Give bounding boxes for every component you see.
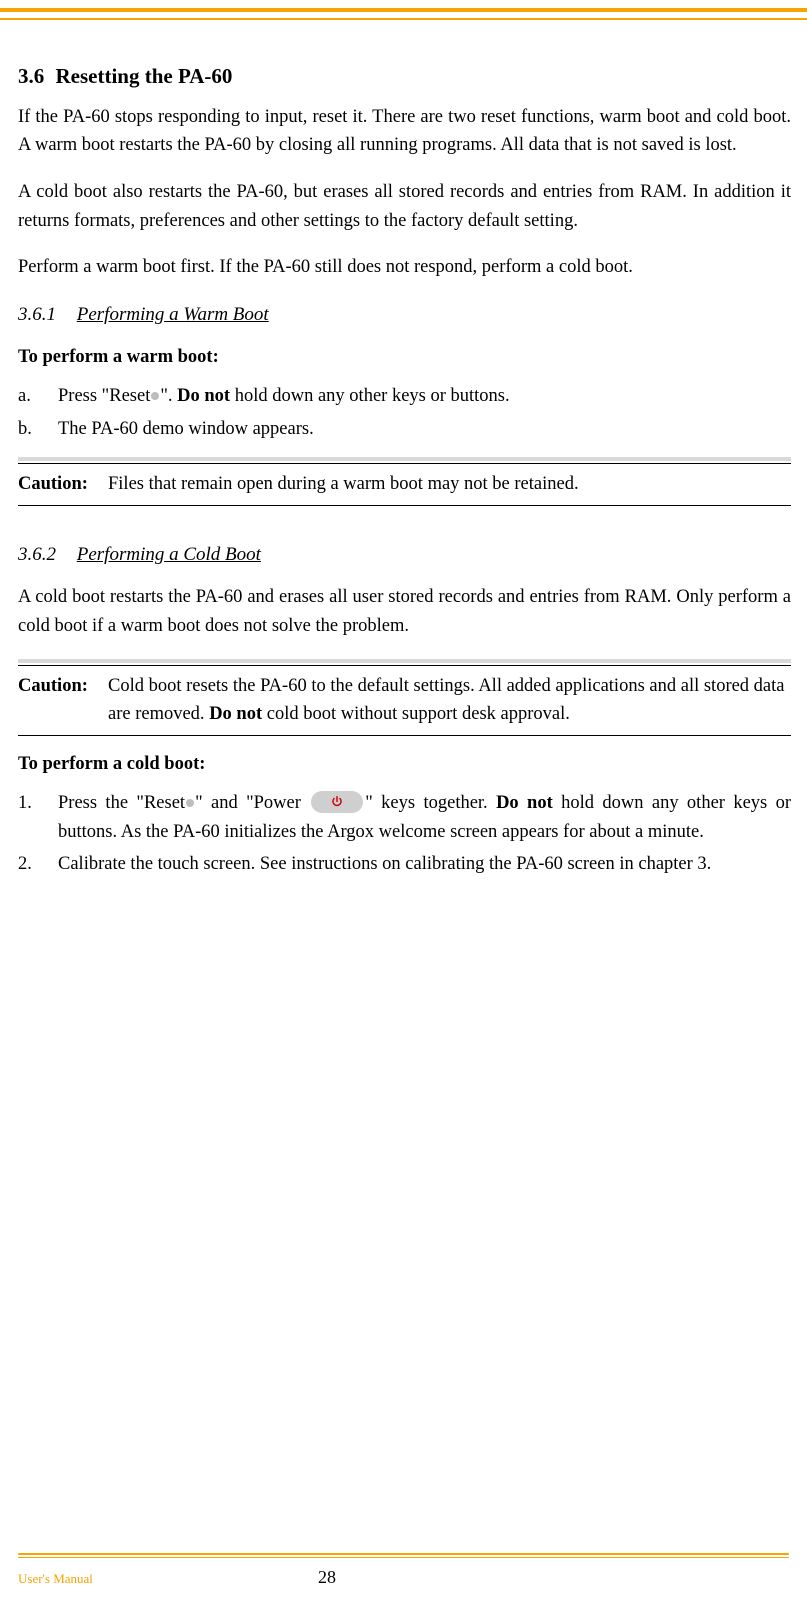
footer-rule [18,1553,789,1555]
text-fragment: Press the "Reset [58,793,185,813]
text-fragment: cold boot without support desk approval. [262,704,570,724]
caution-warm: Caution: Files that remain open during a… [18,457,791,506]
footer-row: User's Manual 28 [18,1564,789,1592]
cold-list: 1. Press the "Reset " and "Power " keys t… [18,789,791,879]
subsection-title-cold: Performing a Cold Boot [77,544,261,565]
cold-intro: A cold boot restarts the PA-60 and erase… [18,583,791,640]
subsection-number-warm: 3.6.1 [18,300,72,329]
caution-row: Caution: Files that remain open during a… [18,470,791,499]
caution-cold: Caution: Cold boot resets the PA-60 to t… [18,659,791,736]
warm-list: a. Press "Reset ". Do not hold down any o… [18,382,791,443]
list-marker: b. [18,415,58,444]
footer-rule [18,1557,789,1558]
divider [18,505,791,506]
list-item: a. Press "Reset ". Do not hold down any o… [18,382,791,411]
list-text: Calibrate the touch screen. See instruct… [58,850,791,879]
caution-row: Caution: Cold boot resets the PA-60 to t… [18,672,791,729]
list-text: Press "Reset ". Do not hold down any othe… [58,382,791,411]
list-marker: a. [18,382,58,411]
list-marker: 2. [18,850,58,879]
text-fragment: Press "Reset [58,386,150,406]
emphasis: Do not [177,386,230,406]
subsection-heading-warm: 3.6.1 Performing a Warm Boot [18,300,791,329]
reset-dot-icon [151,392,159,400]
divider [18,463,791,464]
reset-dot-icon [186,799,194,807]
divider [18,735,791,736]
emphasis: Do not [496,793,553,813]
section-title: Resetting the PA-60 [56,64,233,88]
list-item: 1. Press the "Reset " and "Power " keys t… [18,789,791,846]
divider [18,457,791,461]
header-rule [0,8,807,20]
caution-text: Files that remain open during a warm boo… [108,470,791,499]
list-marker: 1. [18,789,58,846]
subsection-heading-cold: 3.6.2 Performing a Cold Boot [18,540,791,569]
subsection-number-cold: 3.6.2 [18,540,72,569]
page-footer: User's Manual 28 [0,1553,807,1592]
page-content: 3.6 Resetting the PA-60 If the PA-60 sto… [0,20,807,879]
text-fragment: " keys together. [365,793,496,813]
caution-label: Caution: [18,470,108,499]
intro-paragraph-2: A cold boot also restarts the PA-60, but… [18,178,791,235]
power-key-icon [311,791,363,813]
caution-label: Caution: [18,672,108,729]
list-text: Press the "Reset " and "Power " keys toge… [58,789,791,846]
emphasis: Do not [209,704,262,724]
text-fragment: " and "Power [195,793,309,813]
section-number: 3.6 [18,60,44,93]
subsection-title-warm: Performing a Warm Boot [77,304,269,325]
text-fragment: ". [160,386,177,406]
footer-label: User's Manual [18,1569,318,1589]
divider [18,659,791,663]
intro-paragraph-3: Perform a warm boot first. If the PA-60 … [18,253,791,282]
divider [18,665,791,666]
list-item: b. The PA-60 demo window appears. [18,415,791,444]
list-item: 2. Calibrate the touch screen. See instr… [18,850,791,879]
section-heading: 3.6 Resetting the PA-60 [18,60,791,93]
warm-lead: To perform a warm boot: [18,343,791,372]
cold-lead: To perform a cold boot: [18,750,791,779]
page-number: 28 [318,1564,336,1592]
intro-paragraph-1: If the PA-60 stops responding to input, … [18,103,791,160]
text-fragment: hold down any other keys or buttons. [230,386,510,406]
list-text: The PA-60 demo window appears. [58,415,791,444]
caution-text: Cold boot resets the PA-60 to the defaul… [108,672,791,729]
